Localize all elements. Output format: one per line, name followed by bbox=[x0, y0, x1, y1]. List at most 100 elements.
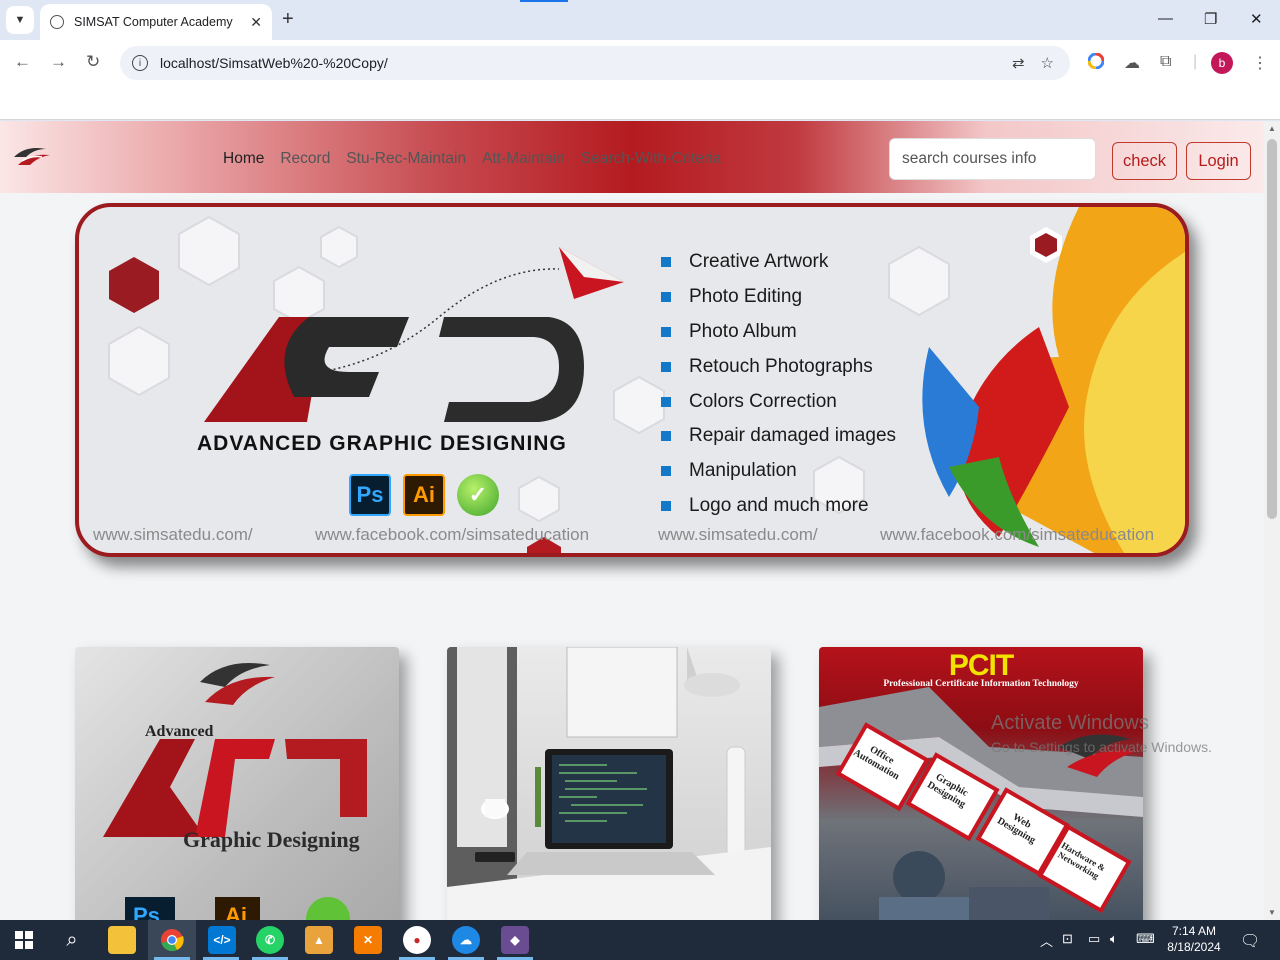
red-hexagon bbox=[109, 257, 159, 313]
nav-search-with-criteria[interactable]: Search-With-Criteria bbox=[581, 150, 721, 168]
tab-title: SIMSAT Computer Academy bbox=[74, 15, 233, 29]
check-button[interactable]: check bbox=[1112, 142, 1177, 180]
course-card-agd[interactable]: Advanced Graphic Designing Ps Ai bbox=[75, 647, 399, 920]
volume-icon[interactable]: 🔈︎ bbox=[1110, 931, 1118, 947]
pcit-subtitle: Professional Certificate Information Tec… bbox=[883, 679, 1079, 689]
bullet-icon bbox=[661, 396, 671, 407]
clock-date: 8/18/2024 bbox=[1167, 940, 1221, 954]
hero-background-graphic bbox=[108, 207, 1185, 553]
nav-home[interactable]: Home bbox=[223, 150, 264, 168]
nav-stu-rec-maintain[interactable]: Stu-Rec-Maintain bbox=[346, 150, 466, 168]
feature-item: Photo Album bbox=[661, 315, 896, 350]
card-agd-line2: Graphic Designing bbox=[183, 827, 360, 852]
feature-item: Repair damaged images bbox=[661, 419, 896, 454]
whatsapp-icon[interactable]: ✆ bbox=[256, 926, 284, 954]
keyboard-icon[interactable]: ⌨ bbox=[1136, 931, 1155, 947]
card-ps-icon: Ps bbox=[133, 903, 160, 920]
minimize-icon[interactable]: — bbox=[1158, 10, 1173, 27]
page-scrollbar[interactable]: ▲ ▼ bbox=[1264, 121, 1280, 920]
file-explorer-icon[interactable] bbox=[108, 926, 136, 954]
nav-links: Home Record Stu-Rec-Maintain Att-Maintai… bbox=[223, 150, 721, 168]
site-navbar: Home Record Stu-Rec-Maintain Att-Maintai… bbox=[0, 121, 1264, 193]
course-card-programming[interactable] bbox=[447, 647, 771, 920]
loading-indicator bbox=[520, 0, 568, 2]
clock-time: 7:14 AM bbox=[1171, 924, 1217, 938]
watermark-line1: Activate Windows bbox=[991, 712, 1149, 734]
laptop-photo bbox=[447, 647, 771, 920]
forward-icon[interactable]: → bbox=[50, 52, 67, 72]
window-close-icon[interactable]: ✕ bbox=[1250, 10, 1263, 28]
feature-list: Creative Artwork Photo Editing Photo Alb… bbox=[661, 245, 896, 523]
menu-kebab-icon[interactable]: ⋮ bbox=[1252, 53, 1268, 73]
tray-chevron-icon[interactable]: ︿ bbox=[1040, 931, 1053, 950]
hero-title: ADVANCED GRAPHIC DESIGNING bbox=[197, 432, 567, 455]
photoshop-icon: Ps bbox=[349, 474, 391, 516]
bullet-icon bbox=[661, 466, 671, 477]
activate-windows-watermark: Activate Windows Go to Settings to activ… bbox=[991, 712, 1212, 755]
back-icon[interactable]: ← bbox=[14, 52, 31, 72]
reload-icon[interactable]: ↻ bbox=[86, 52, 100, 72]
hero-url: www.facebook.com/simsateducation bbox=[315, 525, 590, 544]
network-icon[interactable]: ⊡ bbox=[1062, 931, 1073, 947]
site-info-icon[interactable]: i bbox=[132, 55, 148, 71]
extension-color-icon[interactable] bbox=[1087, 52, 1105, 74]
system-clock[interactable]: 7:14 AM 8/18/2024 bbox=[1163, 923, 1225, 955]
app-icon[interactable]: ▲ bbox=[305, 926, 333, 954]
bullet-icon bbox=[661, 326, 671, 337]
web-page: Home Record Stu-Rec-Maintain Att-Maintai… bbox=[0, 121, 1264, 920]
bookmark-star-icon[interactable]: ☆ bbox=[1041, 54, 1054, 72]
browser-tab[interactable]: SIMSAT Computer Academy ✕ bbox=[40, 4, 272, 40]
simsat-logo-icon[interactable] bbox=[12, 143, 52, 169]
close-tab-icon[interactable]: ✕ bbox=[250, 14, 262, 31]
scroll-down-icon[interactable]: ▼ bbox=[1268, 908, 1276, 917]
feature-item: Photo Editing bbox=[661, 280, 896, 315]
xampp-icon[interactable]: ✕ bbox=[354, 926, 382, 954]
windows-start-icon[interactable] bbox=[10, 926, 38, 954]
bullet-icon bbox=[661, 500, 671, 511]
app-icon[interactable]: ☁ bbox=[452, 926, 480, 954]
address-bar[interactable]: i localhost/SimsatWeb%20-%20Copy/ ⇄ ☆ bbox=[120, 46, 1070, 80]
translate-icon[interactable]: ⇄ bbox=[1012, 54, 1025, 72]
chrome-icon[interactable] bbox=[158, 926, 186, 954]
hero-url: www.facebook.com/simsateducation bbox=[880, 525, 1155, 544]
tab-search-button[interactable]: ▼ bbox=[6, 6, 34, 34]
scroll-up-icon[interactable]: ▲ bbox=[1268, 124, 1276, 133]
course-card-pcit[interactable]: PCIT Professional Certificate Informatio… bbox=[819, 647, 1143, 920]
bullet-icon bbox=[661, 257, 671, 268]
browser-titlebar: ▼ SIMSAT Computer Academy ✕ + — ❐ ✕ bbox=[0, 0, 1280, 40]
illustrator-icon: Ai bbox=[403, 474, 445, 516]
pcit-title: PCIT bbox=[948, 649, 1014, 682]
hero-url: www.simsatedu.com/ bbox=[93, 525, 253, 544]
restore-icon[interactable]: ❐ bbox=[1204, 10, 1217, 28]
extensions-puzzle-icon[interactable]: ⧉ bbox=[1160, 53, 1171, 71]
chevron-down-icon: ▼ bbox=[14, 14, 26, 26]
feature-item: Colors Correction bbox=[661, 384, 896, 419]
toolbar-divider: | bbox=[1193, 53, 1198, 70]
app-icon[interactable]: ● bbox=[403, 926, 431, 954]
bullet-icon bbox=[661, 361, 671, 372]
vscode-icon[interactable]: </> bbox=[208, 926, 236, 954]
login-button[interactable]: Login bbox=[1186, 142, 1251, 180]
new-tab-icon[interactable]: + bbox=[282, 8, 294, 31]
hero-banner[interactable]: ADVANCED GRAPHIC DESIGNING Ps Ai ✓ Creat… bbox=[75, 203, 1189, 557]
extension-cloud-icon[interactable]: ☁ bbox=[1124, 53, 1140, 73]
feature-item: Logo and much more bbox=[661, 489, 896, 524]
nav-record[interactable]: Record bbox=[280, 150, 330, 168]
battery-icon[interactable]: ▭ bbox=[1088, 931, 1100, 947]
profile-avatar[interactable]: b bbox=[1211, 52, 1233, 74]
agd-card-graphic bbox=[103, 663, 367, 920]
notification-icon[interactable]: 🗨︎ bbox=[1240, 931, 1260, 951]
feature-item: Retouch Photographs bbox=[661, 349, 896, 384]
bullet-icon bbox=[661, 431, 671, 442]
app-icon[interactable]: ◆ bbox=[501, 926, 529, 954]
course-search-input[interactable]: search courses info bbox=[889, 138, 1096, 180]
coreldraw-icon: ✓ bbox=[457, 474, 499, 516]
scrollbar-thumb[interactable] bbox=[1267, 139, 1277, 519]
url-text[interactable]: localhost/SimsatWeb%20-%20Copy/ bbox=[160, 55, 1012, 71]
globe-icon bbox=[50, 15, 64, 29]
card-ai-icon: Ai bbox=[225, 903, 247, 920]
feature-item: Manipulation bbox=[661, 454, 896, 489]
watermark-line2: Go to Settings to activate Windows. bbox=[991, 739, 1212, 755]
nav-att-maintain[interactable]: Att-Maintain bbox=[482, 150, 565, 168]
search-icon[interactable]: ⌕ bbox=[58, 926, 86, 954]
